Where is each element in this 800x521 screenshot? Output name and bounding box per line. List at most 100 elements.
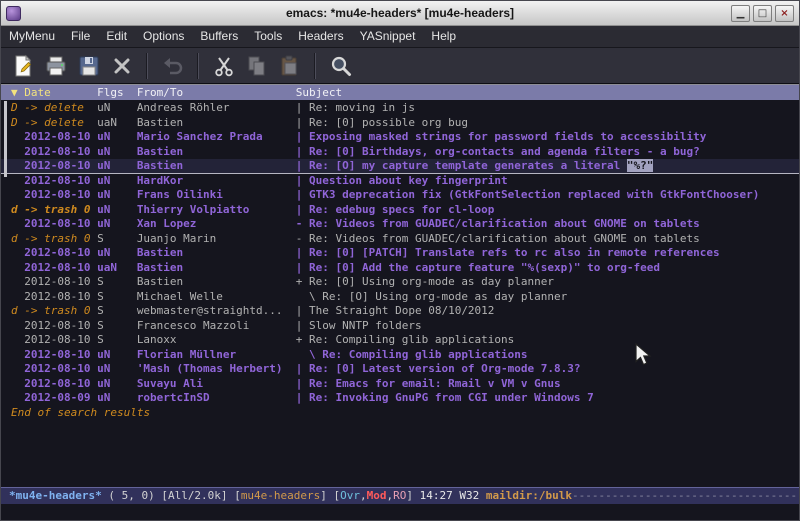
- from-cell: Bastien: [137, 145, 296, 160]
- column-flags[interactable]: Flgs: [97, 85, 137, 100]
- flags-cell: uN: [97, 203, 137, 218]
- from-cell: HardKor: [137, 174, 296, 189]
- print-icon: [44, 54, 68, 78]
- message-row[interactable]: 2012-08-10SBastien+ Re: [0] Using org-mo…: [1, 275, 799, 290]
- column-from[interactable]: From/To: [137, 85, 296, 100]
- new-file-button[interactable]: [6, 51, 39, 81]
- flags-cell: uaN: [97, 116, 137, 131]
- from-cell: webmaster@straightd...: [137, 304, 296, 319]
- subject-cell: | Re: Invoking GnuPG from CGI under Wind…: [296, 391, 594, 404]
- message-row[interactable]: 2012-08-10uNFrans Oilinki| GTK3 deprecat…: [1, 188, 799, 203]
- message-row[interactable]: 2012-08-10uNBastien| Re: [0] Birthdays, …: [1, 145, 799, 160]
- message-row[interactable]: 2012-08-10SMichael Welle \ Re: [O] Using…: [1, 290, 799, 305]
- mark-char: D: [11, 101, 24, 116]
- menu-options[interactable]: Options: [135, 26, 192, 47]
- menu-file[interactable]: File: [63, 26, 98, 47]
- column-subject[interactable]: Subject: [296, 86, 342, 99]
- message-row[interactable]: 2012-08-10uNXan Lopez- Re: Videos from G…: [1, 217, 799, 232]
- undo-button[interactable]: [156, 51, 189, 81]
- modeline-segment: RO: [393, 489, 406, 502]
- message-row[interactable]: 2012-08-10SFrancesco Mazzoli| Slow NNTP …: [1, 319, 799, 334]
- modeline-segment: ]: [406, 489, 419, 502]
- window-controls: ▁□×: [731, 5, 794, 22]
- message-row[interactable]: d-> trash 0SJuanjo Marin- Re: Videos fro…: [1, 232, 799, 247]
- menu-headers[interactable]: Headers: [290, 26, 351, 47]
- search-button[interactable]: [324, 51, 357, 81]
- message-row[interactable]: d-> trash 0Swebmaster@straightd...| The …: [1, 304, 799, 319]
- from-cell: Francesco Mazzoli: [137, 319, 296, 334]
- from-cell: Florian Müllner: [137, 348, 296, 363]
- message-row[interactable]: 2012-08-10uaNBastien| Re: [0] Add the ca…: [1, 261, 799, 276]
- menu-yasnippet[interactable]: YASnippet: [352, 26, 424, 47]
- message-row[interactable]: 2012-08-10uNFlorian Müllner \ Re: Compil…: [1, 348, 799, 363]
- flags-cell: uN: [97, 348, 137, 363]
- modeline-segment: maildir:/bulk: [486, 489, 572, 502]
- menu-edit[interactable]: Edit: [98, 26, 135, 47]
- emacs-app-icon: [6, 6, 21, 21]
- subject-cell: | Re: [0] Latest version of Org-mode 7.8…: [296, 362, 581, 375]
- from-cell: Bastien: [137, 246, 296, 261]
- minimize-button[interactable]: ▁: [731, 5, 750, 22]
- toolbar: [1, 48, 799, 84]
- message-row[interactable]: 2012-08-10uN'Mash (Thomas Herbert)| Re: …: [1, 362, 799, 377]
- flags-cell: uN: [97, 101, 137, 116]
- subject-cell: - Re: Videos from GUADEC/clarification a…: [296, 232, 700, 245]
- paste-button[interactable]: [273, 51, 306, 81]
- close-button[interactable]: ×: [775, 5, 794, 22]
- message-row[interactable]: 2012-08-09uNrobertcInSD| Re: Invoking Gn…: [1, 391, 799, 406]
- menu-buffers[interactable]: Buffers: [192, 26, 246, 47]
- message-row[interactable]: d-> trash 0uNThierry Volpiatto| Re: edeb…: [1, 203, 799, 218]
- modeline: *mu4e-headers* ( 5, 0) [All/2.0k] [mu4e-…: [1, 487, 799, 504]
- mark-char: d: [11, 203, 24, 218]
- print-button[interactable]: [39, 51, 72, 81]
- echo-area[interactable]: [1, 504, 799, 520]
- cut-button[interactable]: [207, 51, 240, 81]
- subject-cell: | Re: [0] Add the capture feature "%(sex…: [296, 261, 660, 274]
- message-row[interactable]: 2012-08-10SLanoxx+ Re: Compiling glib ap…: [1, 333, 799, 348]
- from-cell: Mario Sanchez Prada: [137, 130, 296, 145]
- modeline-segment: ,: [360, 489, 367, 502]
- flags-cell: S: [97, 232, 137, 247]
- from-cell: Xan Lopez: [137, 217, 296, 232]
- search-icon: [329, 54, 353, 78]
- mouse-cursor: [635, 343, 653, 369]
- modeline-segment: mu4e-headers: [241, 489, 320, 502]
- message-row[interactable]: D-> deleteuaNBastien| Re: [0] possible o…: [1, 116, 799, 131]
- flags-cell: uN: [97, 362, 137, 377]
- titlebar[interactable]: emacs: *mu4e-headers* [mu4e-headers] ▁□×: [1, 1, 799, 26]
- date-cell: -> trash 0: [24, 232, 97, 247]
- subject-cell: \ Re: [O] Using org-mode as day planner: [296, 290, 568, 303]
- message-row[interactable]: D-> deleteuNAndreas Röhler| Re: moving i…: [1, 101, 799, 116]
- message-row[interactable]: 2012-08-10uNBastien| Re: [0] [PATCH] Tra…: [1, 246, 799, 261]
- subject-cell: | Re: edebug specs for cl-loop: [296, 203, 495, 216]
- flags-cell: uN: [97, 246, 137, 261]
- new-file-icon: [11, 54, 35, 78]
- message-row[interactable]: 2012-08-10uNHardKor| Question about key …: [1, 174, 799, 189]
- message-row-current[interactable]: 2012-08-10uNBastien| Re: [O] my capture …: [1, 159, 799, 174]
- modeline-segment: 14:27 W32: [420, 489, 486, 502]
- maximize-button[interactable]: □: [753, 5, 772, 22]
- date-cell: 2012-08-10: [24, 145, 97, 160]
- flags-cell: uN: [97, 391, 137, 406]
- subject-cell: | Slow NNTP folders: [296, 319, 422, 332]
- flags-cell: uN: [97, 145, 137, 160]
- date-cell: 2012-08-10: [24, 377, 97, 392]
- subject-cell: | The Straight Dope 08/10/2012: [296, 304, 495, 317]
- menu-mymenu[interactable]: MyMenu: [1, 26, 63, 47]
- message-row[interactable]: 2012-08-10uNSuvayu Ali| Re: Emacs for em…: [1, 377, 799, 392]
- flags-cell: S: [97, 290, 137, 305]
- column-sort-indicator[interactable]: ▼: [11, 85, 24, 100]
- subject-cell: - Re: Videos from GUADEC/clarification a…: [296, 217, 700, 230]
- column-date[interactable]: Date: [24, 85, 97, 100]
- flags-cell: uaN: [97, 261, 137, 276]
- menu-help[interactable]: Help: [423, 26, 464, 47]
- copy-button[interactable]: [240, 51, 273, 81]
- save-button[interactable]: [72, 51, 105, 81]
- scrollbar-thumb[interactable]: [4, 101, 7, 177]
- subject-cell: | GTK3 deprecation fix (GtkFontSelection…: [296, 188, 760, 201]
- from-cell: Bastien: [137, 275, 296, 290]
- menu-tools[interactable]: Tools: [246, 26, 290, 47]
- close-buffer-button[interactable]: [105, 51, 138, 81]
- message-row[interactable]: 2012-08-10uNMario Sanchez Prada| Exposin…: [1, 130, 799, 145]
- modeline-segment: ] [: [320, 489, 340, 502]
